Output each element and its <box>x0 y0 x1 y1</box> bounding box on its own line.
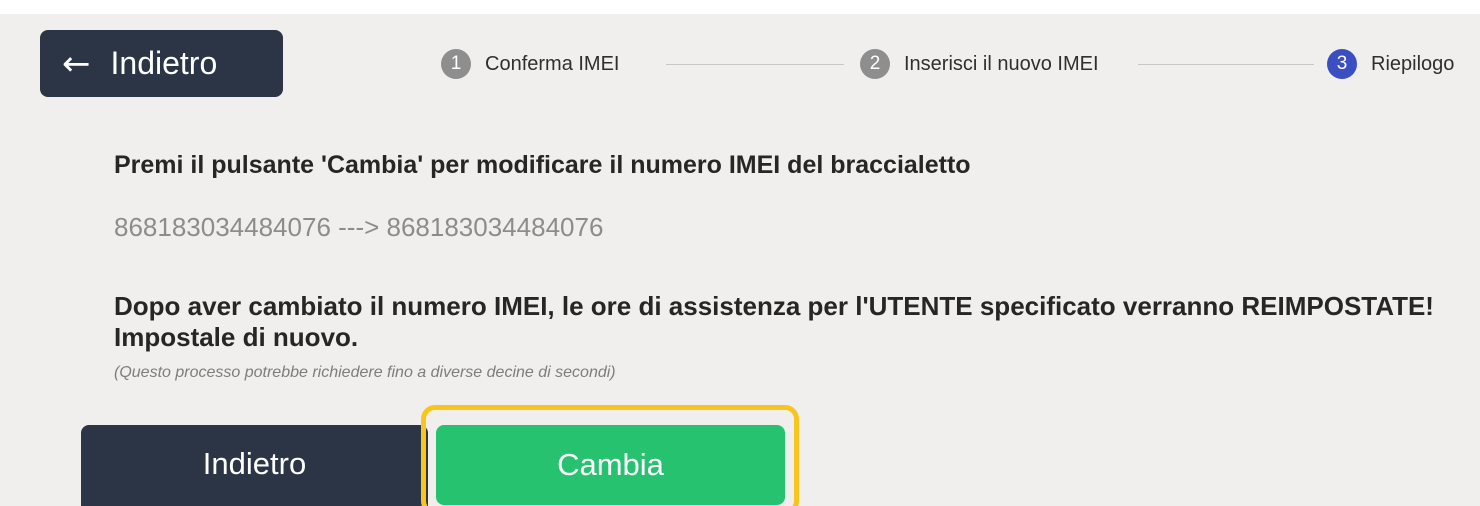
top-back-label: Indietro <box>110 45 218 81</box>
step-divider-1 <box>666 64 844 65</box>
step-3-number: 3 <box>1327 49 1357 79</box>
duration-note: (Questo processo potrebbe richiedere fin… <box>114 364 616 381</box>
step-3-label: Riepilogo <box>1371 52 1455 75</box>
warning-text: Dopo aver cambiato il numero IMEI, le or… <box>114 291 1434 352</box>
page-heading: Premi il pulsante 'Cambia' per modificar… <box>114 151 971 179</box>
arrow-left-icon: ← <box>62 43 91 84</box>
imei-change-text: 868183034484076 ---> 868183034484076 <box>114 212 604 242</box>
top-back-button[interactable]: ← Indietro <box>40 30 283 97</box>
step-1-label: Conferma IMEI <box>485 52 620 75</box>
step-2-number: 2 <box>860 49 890 79</box>
step-divider-2 <box>1138 64 1314 65</box>
back-button[interactable]: Indietro <box>81 425 428 506</box>
step-2: 2 Inserisci il nuovo IMEI <box>860 45 1099 83</box>
step-3: 3 Riepilogo <box>1327 45 1454 83</box>
page-canvas: ← Indietro 1 Conferma IMEI 2 Inserisci i… <box>0 14 1480 506</box>
step-2-label: Inserisci il nuovo IMEI <box>904 52 1099 75</box>
step-1-number: 1 <box>441 49 471 79</box>
step-1: 1 Conferma IMEI <box>441 45 619 83</box>
change-button[interactable]: Cambia <box>436 425 785 505</box>
